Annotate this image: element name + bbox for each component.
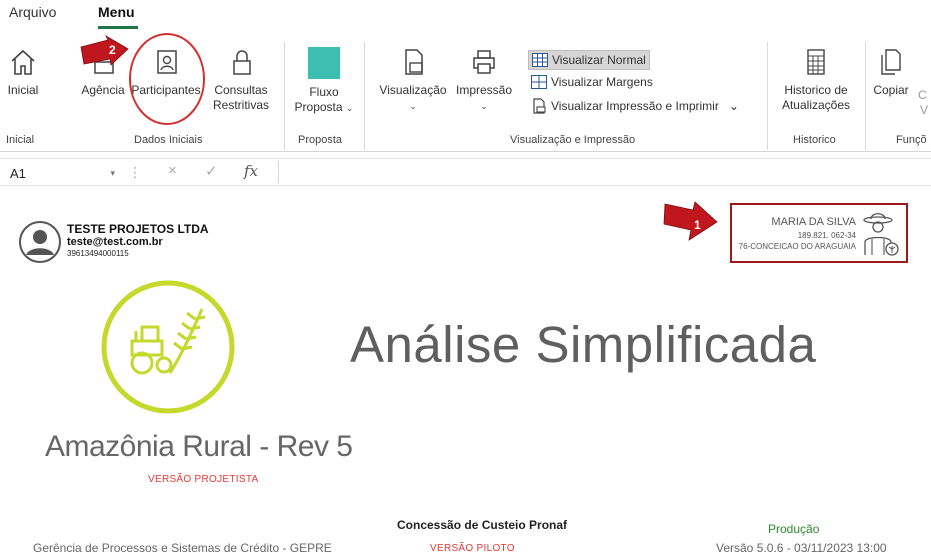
consultas-label-line1: Consultas — [214, 83, 268, 97]
impressao-label: Impressão — [455, 83, 513, 97]
printer-icon — [473, 50, 495, 74]
company-email: teste@test.com.br — [67, 236, 163, 248]
chevron-down-icon: ⌄ — [345, 103, 354, 113]
group-label-dados-iniciais: Dados Iniciais — [134, 134, 203, 146]
inicial-button[interactable]: Inicial — [6, 47, 40, 98]
print-preview-icon — [405, 49, 423, 75]
company-name: TESTE PROJETOS LTDA — [67, 222, 209, 236]
group-divider — [767, 42, 768, 150]
callout-arrow-2 — [80, 35, 129, 66]
visualizar-margens-option[interactable]: Visualizar Margens — [531, 72, 653, 92]
company-id: 39613494000115 — [67, 249, 129, 258]
fluxo-square-icon — [308, 47, 340, 79]
visualizar-imprimir-label: Visualizar Impressão e Imprimir — [551, 99, 719, 113]
participant-cpf: 189.821. 062-34 — [797, 231, 856, 240]
tab-menu[interactable]: Menu — [98, 4, 135, 20]
visualizar-margens-label: Visualizar Margens — [551, 75, 653, 89]
user-avatar-icon — [19, 221, 61, 263]
lock-icon — [233, 50, 251, 75]
page-title: Análise Simplificada — [350, 316, 817, 373]
participant-name: MARIA DA SILVA — [771, 216, 856, 228]
name-box-value: A1 — [10, 165, 26, 181]
consultas-restritivas-button[interactable]: Consultas Restritivas — [201, 47, 281, 113]
farmer-icon — [863, 213, 899, 256]
callout-arrow-1 — [663, 201, 718, 241]
product-name: Amazônia Rural - Rev 5 — [45, 430, 353, 463]
participant-info-box[interactable]: MARIA DA SILVA 189.821. 062-34 76-CONCEI… — [730, 203, 908, 263]
insert-function-icon[interactable]: fx — [244, 162, 258, 180]
history-table-icon — [807, 49, 825, 75]
chevron-down-icon: ⌄ — [409, 101, 417, 111]
tab-arquivo[interactable]: Arquivo — [9, 4, 56, 20]
visualizar-impressao-imprimir-option[interactable]: Visualizar Impressão e Imprimir ⌄ — [531, 96, 739, 116]
partial-button-label: C — [918, 88, 927, 102]
participant-city: 76-CONCEICAO DO ARAGUAIA — [738, 242, 856, 251]
formula-bar: A1 ▾ ⋮ × ✓ fx — [0, 158, 931, 186]
formula-input[interactable] — [278, 161, 928, 183]
fluxo-proposta-button[interactable]: Fluxo Proposta ⌄ — [286, 47, 362, 116]
group-label-inicial: Inicial — [6, 134, 35, 146]
group-label-historico: Historico — [793, 134, 836, 146]
group-label-proposta: Proposta — [298, 134, 343, 146]
cancel-entry-icon[interactable]: × — [168, 162, 177, 179]
copiar-button[interactable]: Copiar — [871, 47, 911, 98]
environment-label: Produção — [768, 522, 820, 536]
visualizar-normal-option[interactable]: Visualizar Normal — [528, 50, 650, 70]
pilot-version-label: VERSÃO PILOTO — [430, 543, 515, 554]
agencia-label: Agência — [81, 83, 125, 97]
name-box[interactable]: A1 ▾ — [6, 163, 121, 183]
copiar-label: Copiar — [873, 83, 909, 97]
active-tab-indicator — [98, 26, 138, 29]
consultas-label-line2: Restritivas — [212, 98, 269, 112]
visualizar-normal-label: Visualizar Normal — [552, 53, 646, 67]
amazonia-rural-logo-icon — [101, 280, 235, 414]
chevron-down-icon: ⌄ — [728, 99, 739, 113]
formula-bar-grip-icon: ⋮ — [128, 164, 142, 180]
inicial-label: Inicial — [7, 83, 39, 97]
group-divider — [865, 42, 866, 150]
chevron-down-icon: ⌄ — [480, 101, 488, 111]
print-preview-small-icon — [533, 98, 546, 114]
margins-icon — [531, 75, 547, 89]
visualizacao-button[interactable]: Visualização ⌄ — [374, 47, 452, 114]
callout-number-2: 2 — [109, 43, 116, 57]
version-label: VERSÃO PROJETISTA — [148, 474, 259, 485]
fluxo-label-line1: Fluxo — [309, 85, 339, 99]
group-divider — [364, 42, 365, 150]
visualizacao-label: Visualização — [379, 83, 447, 97]
ribbon: Arquivo Menu Inicial Agência Participant… — [0, 0, 931, 152]
chevron-down-icon[interactable]: ▾ — [110, 168, 115, 179]
version-date-label: Versão 5.0.6 - 03/11/2023 13:00 — [716, 541, 887, 555]
group-label-funcoes: Funçõ — [896, 134, 927, 146]
callout-number-1: 1 — [694, 218, 701, 232]
fluxo-label-line2: Proposta — [294, 100, 343, 114]
historico-atualizacoes-button[interactable]: Historico de Atualizações — [771, 47, 861, 113]
historico-label-line1: Historico de — [784, 83, 848, 97]
partial-button-label: V — [920, 103, 929, 117]
grid-icon — [532, 53, 548, 67]
copy-icon — [881, 49, 901, 75]
group-divider — [284, 42, 285, 150]
department-label: Gerência de Processos e Sistemas de Créd… — [33, 541, 332, 555]
participantes-highlight-circle — [129, 33, 205, 125]
confirm-entry-icon[interactable]: ✓ — [205, 162, 218, 180]
group-label-visualizacao-impressao: Visualização e Impressão — [510, 134, 636, 146]
home-icon — [11, 49, 35, 75]
concessao-label: Concessão de Custeio Pronaf — [397, 518, 568, 532]
historico-label-line2: Atualizações — [781, 98, 851, 112]
impressao-button[interactable]: Impressão ⌄ — [452, 47, 516, 114]
